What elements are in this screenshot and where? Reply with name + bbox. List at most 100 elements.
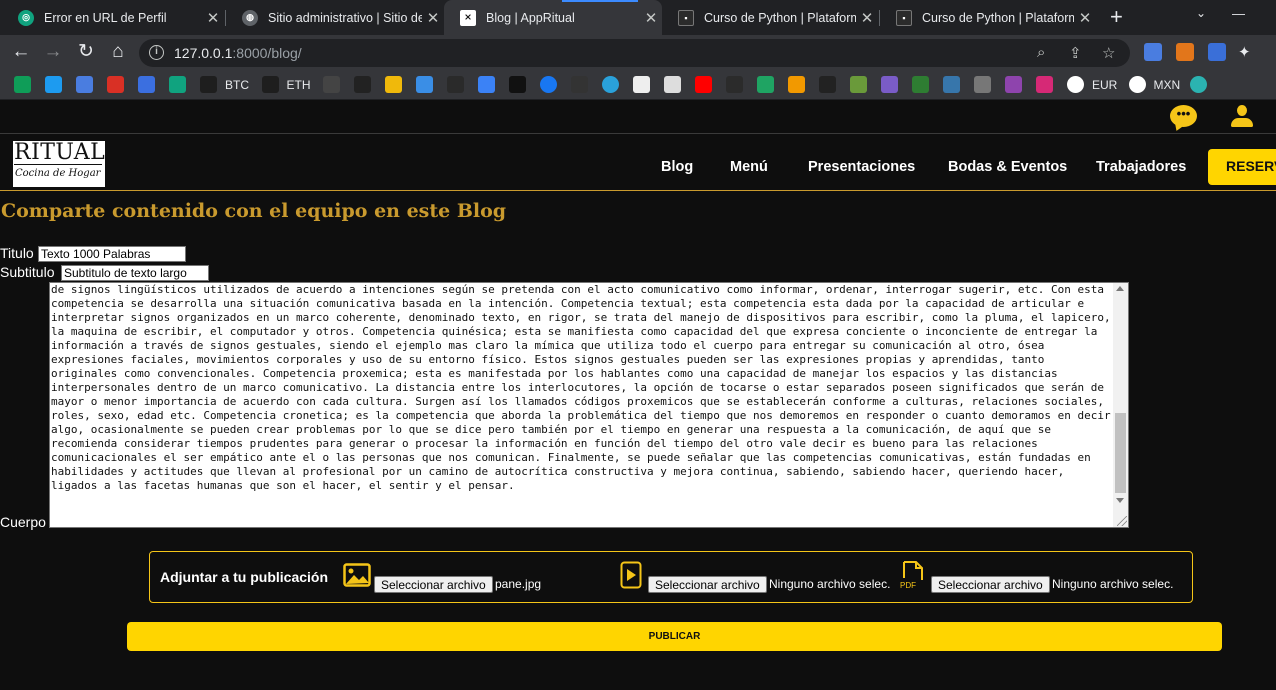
minimize-icon[interactable]: — <box>1232 6 1245 21</box>
browser-toolbar: ← → ↻ ⌂ i 127.0.0.1:8000/blog/ ⌕ ⇪ ☆ ✦ <box>0 35 1276 70</box>
bookmark-tradingview-btc[interactable]: BTC <box>200 76 249 93</box>
nav-bodas-eventos[interactable]: Bodas & Eventos <box>948 159 1067 175</box>
exchange-icon <box>354 76 371 93</box>
tab-blog-appritual[interactable]: ⨯ Blog | AppRitual ✕ <box>444 0 662 35</box>
chatgpt-icon: ◎ <box>18 9 34 26</box>
ritual-logo[interactable]: RITUAL Cocina de Hogar <box>13 141 105 187</box>
reload-button[interactable]: ↻ <box>75 41 97 63</box>
dot-icon <box>1190 76 1207 93</box>
bookmark-fb[interactable] <box>540 76 557 93</box>
zoom-icon[interactable]: ⌕ <box>1037 44 1045 61</box>
bookmark-twitter[interactable] <box>45 76 62 93</box>
video-file-name: Ninguno archivo selec. <box>769 577 891 591</box>
bookmark-x[interactable] <box>881 76 898 93</box>
nav-trabajadores[interactable]: Trabajadores <box>1096 159 1186 175</box>
textarea-scrollbar[interactable] <box>1113 283 1128 527</box>
close-icon[interactable]: ✕ <box>202 9 224 27</box>
video-file-button[interactable]: Seleccionar archivo <box>648 576 767 593</box>
extension-icon[interactable] <box>1208 43 1226 61</box>
bookmark-google-mxn[interactable]: MXN <box>1128 76 1180 93</box>
pdf-icon: PDF <box>900 561 923 590</box>
share-icon[interactable]: ⇪ <box>1069 44 1082 62</box>
shield-icon <box>1005 76 1022 93</box>
at-icon <box>138 76 155 93</box>
bookmark-dot[interactable] <box>1190 76 1207 93</box>
bookmark-frog[interactable] <box>850 76 867 93</box>
puzzle-extensions-icon[interactable]: ✦ <box>1238 43 1256 61</box>
bookmark-youtube[interactable] <box>695 76 712 93</box>
back-button[interactable]: ← <box>10 41 32 63</box>
subtitulo-input[interactable]: Subtitulo de texto largo <box>61 265 209 281</box>
user-icon[interactable] <box>1229 105 1255 129</box>
image-file-button[interactable]: Seleccionar archivo <box>374 576 493 593</box>
close-icon[interactable]: ✕ <box>422 9 444 27</box>
close-icon[interactable]: ✕ <box>856 9 878 27</box>
tab-error-url[interactable]: ◎ Error en URL de Perfil ✕ <box>2 0 224 35</box>
bookmark-shield[interactable] <box>1005 76 1022 93</box>
bookmark-chatgpt[interactable] <box>169 76 186 93</box>
bookmark-star-icon[interactable]: ☆ <box>1102 44 1115 62</box>
home-button[interactable]: ⌂ <box>107 41 129 63</box>
forward-button[interactable]: → <box>42 41 64 63</box>
bookmark-wallet[interactable] <box>633 76 650 93</box>
bookmark-binance[interactable] <box>385 76 402 93</box>
bookmark-infinity[interactable] <box>788 76 805 93</box>
bookmark-google-eur[interactable]: EUR <box>1067 76 1117 93</box>
scroll-up-arrow-icon[interactable] <box>1116 286 1124 291</box>
youtube-icon <box>695 76 712 93</box>
bookmark-globe[interactable] <box>974 76 991 93</box>
site-info-icon[interactable]: i <box>149 45 164 60</box>
titulo-input[interactable]: Texto 1000 Palabras <box>38 246 186 262</box>
bookmark-github[interactable] <box>819 76 836 93</box>
bookmark-investing[interactable] <box>571 76 588 93</box>
bookmarks-bar: BTC ETH EUR MXN <box>0 70 1276 100</box>
bookmark-q[interactable] <box>416 76 433 93</box>
bookmark-translate[interactable] <box>76 76 93 93</box>
tab-admin-site[interactable]: ◍ Sitio administrativo | Sitio de ✕ <box>226 0 444 35</box>
chat-icon[interactable]: ••• <box>1170 105 1197 127</box>
bookmark-chainlink[interactable] <box>447 76 464 93</box>
cuerpo-textarea[interactable]: competencia pragmática, es la que se uti… <box>49 282 1129 528</box>
new-tab-button[interactable]: + <box>1110 4 1123 30</box>
bookmark-exchange[interactable] <box>354 76 371 93</box>
metamask-extension-icon[interactable] <box>1176 43 1194 61</box>
bookmark-coder[interactable] <box>726 76 743 93</box>
bookmark-camera[interactable] <box>664 76 681 93</box>
tab-search-button[interactable]: ⌄ <box>1196 6 1206 20</box>
nav-menu[interactable]: Menú <box>730 159 768 175</box>
translate-extension-icon[interactable] <box>1144 43 1162 61</box>
bookmark-at[interactable] <box>138 76 155 93</box>
scrollbar-thumb[interactable] <box>1115 413 1126 493</box>
tab-python-course-1[interactable]: ▪ Curso de Python | Plataforma ✕ <box>662 0 878 35</box>
pdf-icon-label: PDF <box>900 581 916 590</box>
close-icon[interactable]: ✕ <box>640 9 662 27</box>
twitter-icon <box>45 76 62 93</box>
github-icon <box>819 76 836 93</box>
bookmark-drive[interactable] <box>757 76 774 93</box>
bookmark-w[interactable] <box>912 76 929 93</box>
top-utility-bar: ••• <box>0 100 1276 134</box>
address-bar[interactable]: i 127.0.0.1:8000/blog/ ⌕ ⇪ ☆ <box>139 39 1130 67</box>
nav-blog[interactable]: Blog <box>661 159 693 175</box>
wallet-icon <box>633 76 650 93</box>
bookmark-compass[interactable] <box>478 76 495 93</box>
resize-grip-icon[interactable] <box>1117 516 1127 526</box>
bookmark-lines[interactable] <box>509 76 526 93</box>
bookmark-telegram[interactable] <box>602 76 619 93</box>
bookmark-tradingview-eth[interactable]: ETH <box>261 76 311 93</box>
globe-icon: ◍ <box>242 9 258 26</box>
publicar-button[interactable]: PUBLICAR <box>127 622 1222 651</box>
pdf-file-button[interactable]: Seleccionar archivo <box>931 576 1050 593</box>
bookmark-python[interactable] <box>943 76 960 93</box>
gmail-icon <box>107 76 124 93</box>
close-icon[interactable]: ✕ <box>1074 9 1096 27</box>
bookmark-gmail[interactable] <box>107 76 124 93</box>
nav-presentaciones[interactable]: Presentaciones <box>808 159 915 175</box>
tab-python-course-2[interactable]: ▪ Curso de Python | Plataforma ✕ <box>880 0 1096 35</box>
q-icon <box>416 76 433 93</box>
scroll-down-arrow-icon[interactable] <box>1116 498 1124 503</box>
bookmark-instagram[interactable] <box>1036 76 1053 93</box>
reserva-button[interactable]: RESERVA <box>1208 149 1276 185</box>
bookmark-unicorn[interactable] <box>323 76 340 93</box>
bookmark-sheets[interactable] <box>14 76 31 93</box>
